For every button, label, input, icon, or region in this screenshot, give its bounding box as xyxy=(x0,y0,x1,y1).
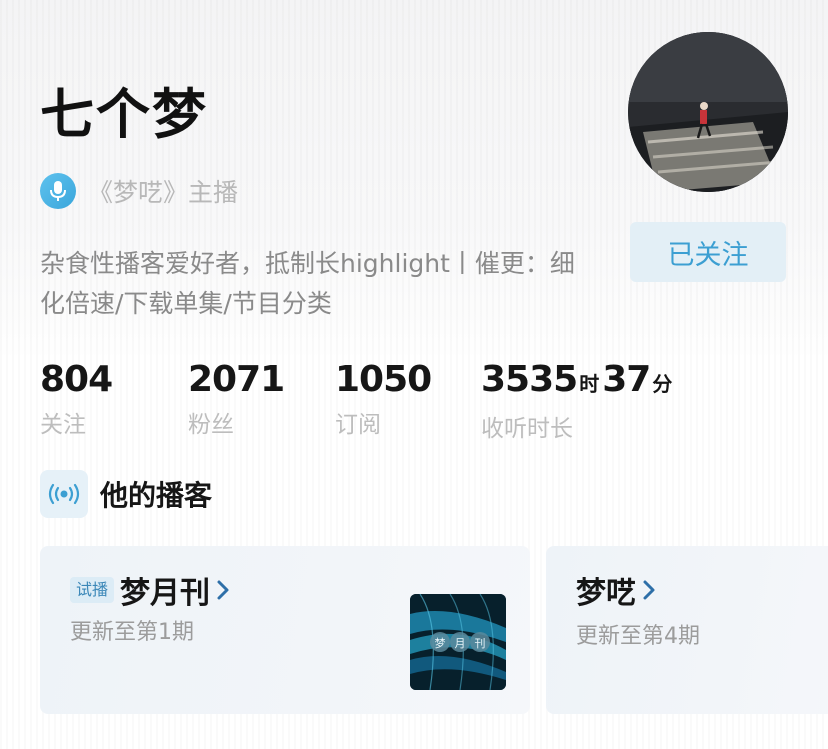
host-role[interactable]: 《梦呓》主播 xyxy=(40,172,238,210)
podcast-update: 更新至第4期 xyxy=(576,624,700,649)
stat-followers-label: 粉丝 xyxy=(188,412,234,438)
profile-bio: 杂食性播客爱好者，抵制长highlight丨催更：细化倍速/下载单集/节目分类 xyxy=(40,249,575,318)
section-title: 他的播客 xyxy=(100,479,213,512)
stat-following-value: 804 xyxy=(40,359,113,400)
stat-followers[interactable]: 2071 粉丝 xyxy=(188,358,285,440)
listen-hours-unit: 时 xyxy=(579,372,599,396)
follow-button[interactable]: 已关注 xyxy=(630,222,786,282)
stat-followers-value: 2071 xyxy=(188,359,285,400)
stat-listen-time-value: 3535 时 37 分 xyxy=(481,358,675,406)
podcast-title: 梦呓 xyxy=(576,576,636,611)
listen-hours: 3535 xyxy=(481,359,578,400)
avatar[interactable] xyxy=(628,32,788,192)
podcast-title: 梦月刊 xyxy=(120,576,211,611)
profile-name: 七个梦 xyxy=(40,83,208,146)
stat-subscriptions-value: 1050 xyxy=(335,359,432,400)
cover-char: 刊 xyxy=(475,637,486,650)
cover-char: 梦 xyxy=(435,637,446,650)
podcast-card[interactable]: 梦呓 更新至第4期 xyxy=(546,546,828,714)
microphone-icon xyxy=(40,173,76,209)
podcast-update: 更新至第1期 xyxy=(70,620,194,645)
trial-badge: 试播 xyxy=(70,577,115,603)
listen-minutes: 37 xyxy=(602,359,651,400)
chevron-right-icon xyxy=(216,579,230,601)
broadcast-icon xyxy=(40,470,88,518)
stat-listen-time: 3535 时 37 分 收听时长 xyxy=(481,358,675,444)
podcast-card[interactable]: 试播 梦月刊 更新至第1期 梦 月 刊 xyxy=(40,546,530,714)
podcast-card-title-row: 梦呓 xyxy=(576,570,656,611)
profile-page: 七个梦 《梦呓》主播 杂食性播客爱好者，抵制长highlight丨催更：细化倍速… xyxy=(0,0,828,749)
listen-minutes-unit: 分 xyxy=(652,372,672,396)
host-role-text: 《梦呓》主播 xyxy=(88,178,239,207)
stat-following[interactable]: 804 关注 xyxy=(40,358,113,440)
chevron-right-icon xyxy=(642,579,656,601)
section-header: 他的播客 xyxy=(40,470,212,518)
cover-char: 月 xyxy=(455,637,466,650)
podcast-card-title-row: 试播 梦月刊 xyxy=(70,570,230,611)
stat-listen-time-label: 收听时长 xyxy=(481,416,573,442)
stat-following-label: 关注 xyxy=(40,412,86,438)
stat-subscriptions-label: 订阅 xyxy=(335,412,381,438)
podcast-cover: 梦 月 刊 xyxy=(410,594,506,690)
stat-subscriptions[interactable]: 1050 订阅 xyxy=(335,358,432,440)
